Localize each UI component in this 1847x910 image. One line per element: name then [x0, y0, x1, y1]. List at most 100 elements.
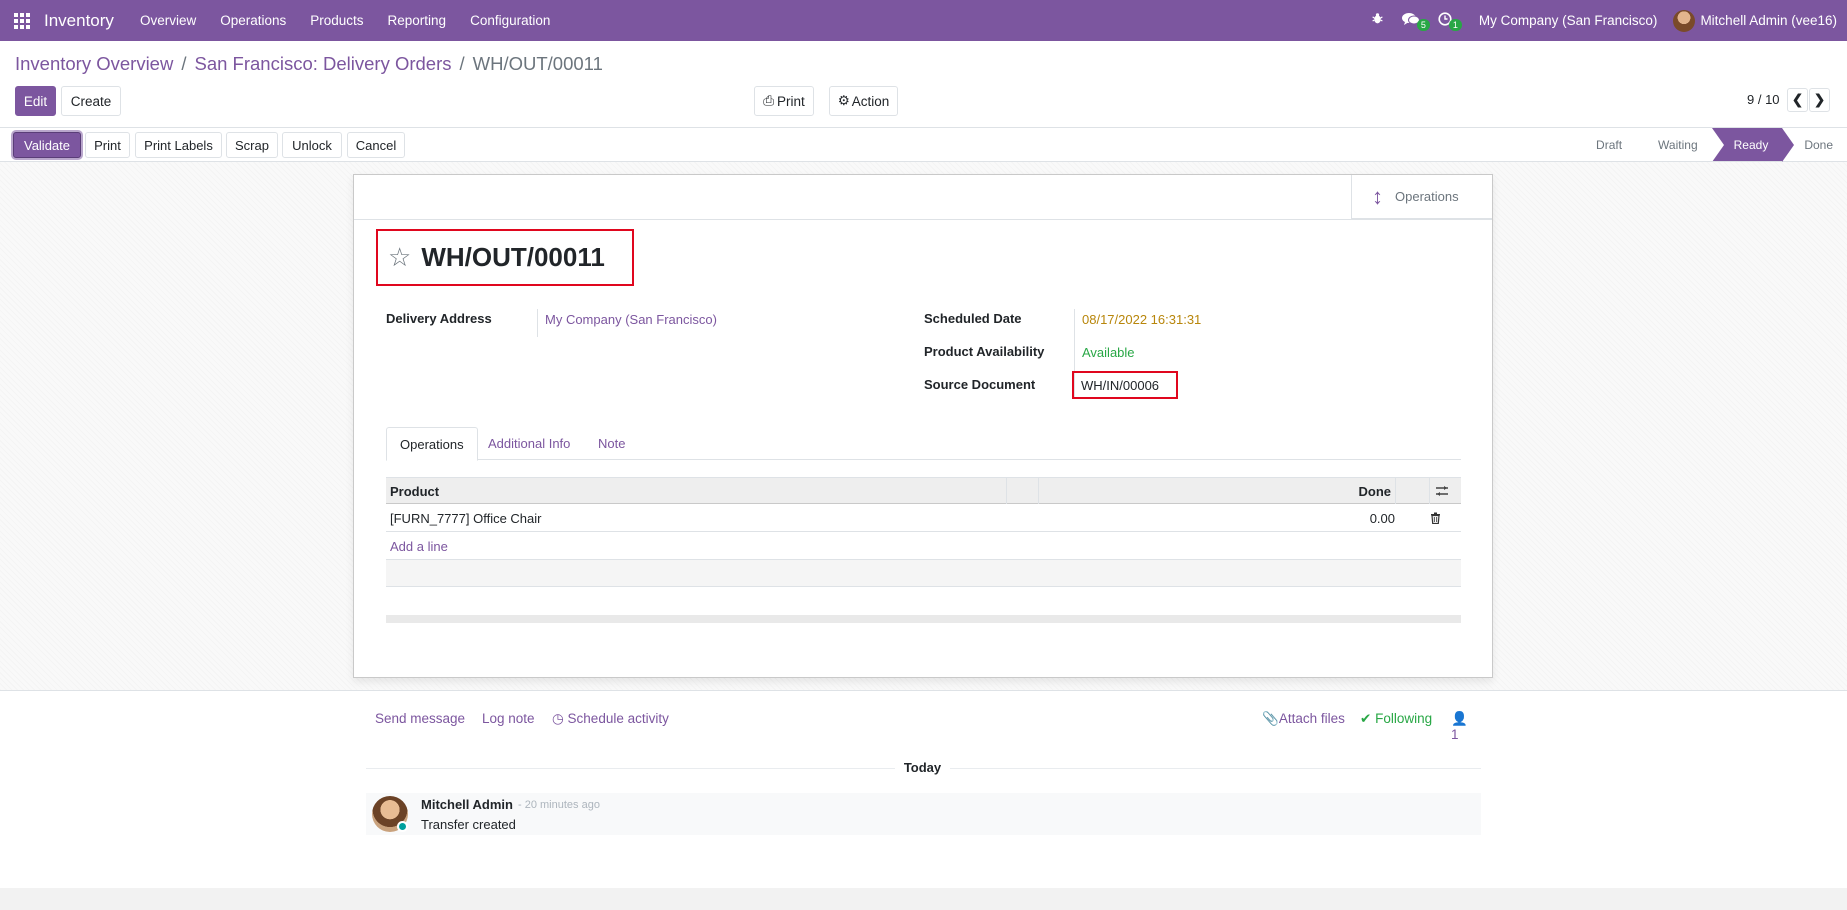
check-icon: ✔ — [1360, 711, 1372, 726]
menu-overview[interactable]: Overview — [128, 13, 208, 28]
source-document-label: Source Document — [924, 377, 1036, 392]
date-separator-today: Today — [895, 760, 950, 775]
print-label: Print — [777, 93, 805, 109]
unlock-button[interactable]: Unlock — [282, 132, 342, 158]
user-icon: 👤 — [1451, 711, 1468, 726]
delivery-address-value[interactable]: My Company (San Francisco) — [545, 312, 717, 327]
debug-bug-icon[interactable] — [1362, 12, 1393, 29]
tab-operations[interactable]: Operations — [386, 427, 478, 461]
record-title-highlight: ☆ WH/OUT/00011 — [376, 229, 634, 286]
scrap-button[interactable]: Scrap — [226, 132, 278, 158]
action-dropdown-button[interactable]: ⚙ Action — [829, 86, 898, 116]
notebook-tabs: Operations Additional Info Note — [386, 427, 1461, 461]
trash-icon[interactable] — [1426, 504, 1445, 532]
footer-band — [0, 888, 1847, 910]
add-line-link[interactable]: Add a line — [386, 532, 452, 560]
column-separator — [1006, 478, 1007, 504]
status-bar: Validate Print Print Labels Scrap Unlock… — [0, 128, 1847, 162]
add-line-row: Add a line — [386, 532, 1461, 560]
scheduled-date-label: Scheduled Date — [924, 311, 1022, 326]
delivery-address-label: Delivery Address — [386, 311, 492, 326]
print-button[interactable]: Print — [85, 132, 130, 158]
printer-icon: ⎙ — [763, 93, 775, 108]
table-row[interactable]: [FURN_7777] Office Chair 0.00 — [386, 504, 1461, 532]
column-separator — [1429, 478, 1430, 504]
row-done-quantity[interactable]: 0.00 — [1366, 504, 1399, 532]
tab-note[interactable]: Note — [585, 427, 638, 460]
message-date: - 20 minutes ago — [518, 799, 600, 811]
menu-reporting[interactable]: Reporting — [376, 13, 459, 28]
message-body: Transfer created — [421, 817, 516, 832]
form-sheet: ↕ Operations ☆ WH/OUT/00011 Delivery Add… — [353, 174, 1493, 678]
chatter-message: Mitchell Admin - 20 minutes ago Transfer… — [366, 793, 1481, 835]
schedule-activity-label: Schedule activity — [567, 711, 669, 726]
log-note-link[interactable]: Log note — [482, 711, 535, 726]
action-label: Action — [851, 93, 890, 109]
table-footer — [386, 615, 1461, 623]
optional-columns-toggle-icon[interactable] — [1431, 478, 1453, 504]
record-title: WH/OUT/00011 — [421, 242, 605, 272]
pager-value[interactable]: 9 / 10 — [1747, 92, 1780, 107]
app-brand[interactable]: Inventory — [44, 11, 114, 31]
top-navbar: Inventory Overview Operations Products R… — [0, 0, 1847, 41]
stage-draft: Draft — [1596, 138, 1623, 152]
arrows-vertical-icon: ↕ — [1372, 183, 1383, 209]
clock-icon: ◷ — [552, 711, 564, 726]
breadcrumb-current: WH/OUT/00011 — [472, 53, 603, 74]
menu-configuration[interactable]: Configuration — [458, 13, 562, 28]
chevron-right-icon: ❯ — [1813, 92, 1826, 107]
schedule-activity-link[interactable]: ◷ Schedule activity — [552, 711, 669, 727]
table-header: Product Done — [386, 477, 1461, 504]
menu-products[interactable]: Products — [298, 13, 375, 28]
button-box-divider — [354, 219, 1492, 220]
followers-count: 1 — [1451, 727, 1459, 742]
operations-table: Product Done [FURN_7777] Office Chair 0.… — [386, 477, 1461, 587]
followers-button[interactable]: 👤1 — [1451, 711, 1475, 742]
user-menu[interactable]: Mitchell Admin (vee16) — [1673, 9, 1847, 32]
apps-menu-icon[interactable] — [0, 0, 44, 41]
send-message-link[interactable]: Send message — [375, 711, 465, 726]
company-switcher[interactable]: My Company (San Francisco) — [1461, 13, 1674, 28]
attach-files-link[interactable]: 📎Attach files — [1262, 711, 1345, 727]
operations-smart-button[interactable]: ↕ Operations — [1351, 175, 1492, 219]
pager-previous-button[interactable]: ❮ — [1787, 88, 1808, 112]
edit-button[interactable]: Edit — [15, 86, 56, 116]
print-labels-button[interactable]: Print Labels — [135, 132, 222, 158]
attach-files-label: Attach files — [1278, 711, 1345, 726]
pager-next-button[interactable]: ❯ — [1809, 88, 1830, 112]
star-icon[interactable]: ☆ — [388, 242, 411, 273]
gear-icon: ⚙ — [837, 93, 850, 108]
column-separator — [1395, 478, 1396, 504]
validate-button[interactable]: Validate — [13, 132, 81, 158]
user-name: Mitchell Admin (vee16) — [1700, 13, 1837, 28]
product-availability-value: Available — [1082, 345, 1135, 360]
product-availability-label: Product Availability — [924, 344, 1045, 359]
following-toggle[interactable]: ✔ Following — [1360, 711, 1432, 727]
activities-clock-icon[interactable]: 1 — [1429, 11, 1462, 31]
tab-additional-info[interactable]: Additional Info — [475, 427, 583, 460]
menu-operations[interactable]: Operations — [208, 13, 298, 28]
breadcrumb: Inventory Overview / San Francisco: Deli… — [15, 53, 603, 75]
cancel-button[interactable]: Cancel — [347, 132, 405, 158]
breadcrumb-separator: / — [181, 53, 187, 74]
chatter-topbar: Send message Log note ◷ Schedule activit… — [375, 711, 1475, 742]
print-dropdown-button[interactable]: ⎙ Print — [754, 86, 814, 116]
chevron-left-icon: ❮ — [1791, 92, 1804, 107]
empty-row — [386, 560, 1461, 587]
messages-icon[interactable]: 5 — [1393, 12, 1430, 31]
online-status-icon — [397, 821, 408, 832]
column-header-product[interactable]: Product — [386, 478, 443, 504]
source-document-value[interactable]: WH/IN/00006 — [1072, 371, 1178, 399]
breadcrumb-inventory-overview[interactable]: Inventory Overview — [15, 53, 173, 75]
breadcrumb-separator: / — [459, 53, 465, 74]
column-header-done[interactable]: Done — [1355, 478, 1396, 504]
row-product[interactable]: [FURN_7777] Office Chair — [386, 504, 546, 532]
field-separator — [537, 309, 538, 337]
user-avatar — [1673, 9, 1696, 32]
create-button[interactable]: Create — [61, 86, 121, 116]
stage-pipeline: Draft Waiting Ready Done — [1574, 128, 1847, 162]
column-separator — [1038, 478, 1039, 504]
message-author[interactable]: Mitchell Admin — [421, 797, 513, 812]
scheduled-date-value[interactable]: 08/17/2022 16:31:31 — [1082, 312, 1201, 327]
breadcrumb-delivery-orders[interactable]: San Francisco: Delivery Orders — [194, 53, 451, 75]
